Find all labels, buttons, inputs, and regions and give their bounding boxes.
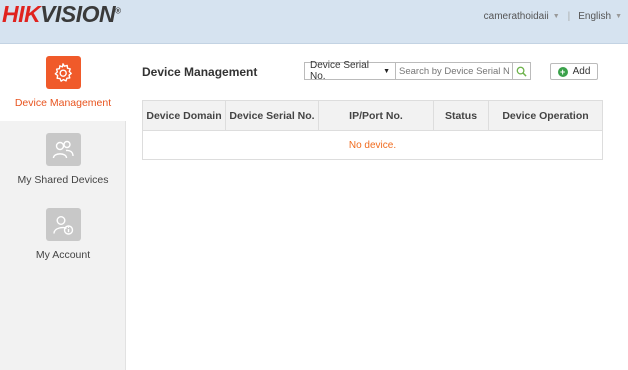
search-input[interactable] [396,62,513,80]
add-device-button[interactable]: + Add [550,63,598,80]
sidebar-item-label: My Shared Devices [17,174,109,186]
username-menu[interactable]: camerathoidaii [484,11,549,22]
search-field-select[interactable]: Device Serial No. ▼ [304,60,396,82]
sidebar-item-label: My Account [35,249,91,261]
chevron-down-icon: ▼ [383,67,390,75]
logo-hik: HIK [2,1,41,27]
search-group: Device Serial No. ▼ [304,60,531,82]
sidebar-item-device-management[interactable]: Device Management [0,45,126,121]
empty-state-text: No device. [348,139,397,151]
search-field-select-value: Device Serial No. [310,60,369,82]
column-header-device-serial: Device Serial No. [226,101,319,130]
search-icon [516,66,527,77]
sidebar: Device Management My Shared Devices My A… [0,45,126,370]
search-button[interactable] [513,62,531,80]
sidebar-item-my-account[interactable]: My Account [0,208,126,284]
page-title: Device Management [142,65,258,79]
add-button-label: Add [572,66,591,77]
shared-users-icon [45,133,81,166]
gear-icon [45,56,81,89]
hikvision-logo: HIKVISION® [2,1,121,28]
top-header: HIKVISION® camerathoidaii ▼ | English ▼ [0,0,628,44]
column-header-device-operation: Device Operation [502,109,589,122]
column-header-status: Status [434,101,489,130]
language-menu[interactable]: English [578,11,611,22]
column-header-device-domain: Device Domain [143,101,226,130]
chevron-down-icon[interactable]: ▼ [615,13,622,20]
divider: | [567,11,571,22]
sidebar-item-label: Device Management [14,97,112,109]
account-info-icon [45,208,81,241]
logo-registered-mark: ® [115,6,121,16]
table-header-row: Device Domain Device Serial No. IP/Port … [143,101,602,131]
plus-icon: + [557,66,568,77]
user-area: camerathoidaii ▼ | English ▼ [484,11,622,22]
sidebar-item-my-shared-devices[interactable]: My Shared Devices [0,133,126,209]
logo-vision: VISION [40,1,116,27]
chevron-down-icon[interactable]: ▼ [553,13,560,20]
device-table: Device Domain Device Serial No. IP/Port … [142,100,603,160]
column-header-ip-port: IP/Port No. [319,101,434,130]
